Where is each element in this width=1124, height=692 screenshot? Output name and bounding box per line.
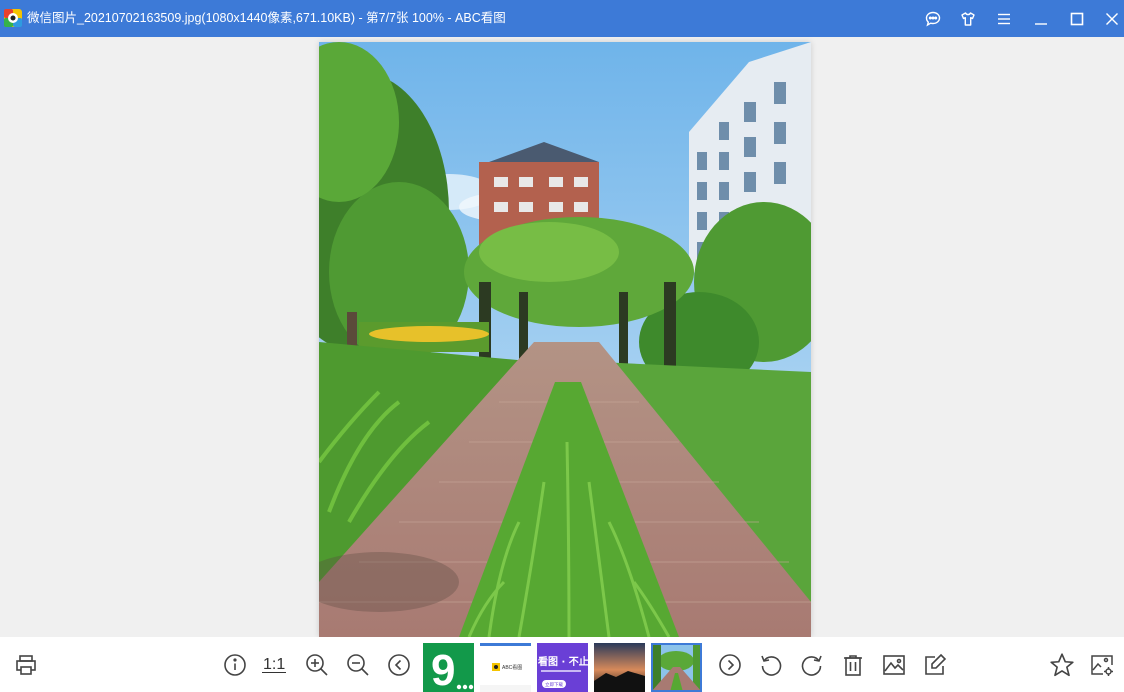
- window-title: 微信图片_20210702163509.jpg(1080x1440像素,671.…: [27, 11, 506, 25]
- rotate-right-button[interactable]: [798, 651, 826, 679]
- annotate-button[interactable]: [921, 651, 949, 679]
- thumbnail-3[interactable]: 看图 · 不止 立即下载: [537, 643, 588, 692]
- edit-image-button[interactable]: [880, 651, 908, 679]
- minimize-icon: [1035, 23, 1047, 25]
- prev-icon: [388, 654, 410, 676]
- thumbnail-2-text: ABC看图: [502, 664, 522, 671]
- image-settings-button[interactable]: [1088, 651, 1116, 679]
- garden-path-photo: [319, 42, 811, 637]
- thumbnail-4[interactable]: [594, 643, 645, 692]
- chat-icon: [925, 11, 941, 27]
- favorite-icon: [1050, 653, 1074, 677]
- thumbnail-5-current[interactable]: [651, 643, 702, 692]
- image-viewer[interactable]: [0, 37, 1124, 637]
- menu-icon: [998, 13, 1010, 25]
- delete-button[interactable]: [839, 651, 867, 679]
- next-icon: [719, 654, 741, 676]
- bottom-toolbar: 1:1 9 ABC看图 看图 · 不止 立即下载: [0, 637, 1124, 692]
- displayed-photo[interactable]: [319, 42, 811, 637]
- main-menu-button[interactable]: [991, 6, 1017, 32]
- actual-size-button[interactable]: 1:1: [262, 657, 287, 673]
- rotate-left-button[interactable]: [757, 651, 785, 679]
- rotate-right-icon: [801, 655, 822, 676]
- next-image-button[interactable]: [716, 651, 744, 679]
- edit-image-icon: [883, 655, 905, 675]
- rotate-left-icon: [761, 655, 782, 676]
- minimize-button[interactable]: [1028, 6, 1054, 32]
- thumbnail-3-title: 看图 · 不止: [538, 655, 588, 668]
- zoom-out-icon: [347, 654, 369, 676]
- app-logo-icon: [4, 9, 22, 27]
- close-icon: [1106, 13, 1118, 25]
- thumbnail-1[interactable]: 9: [423, 643, 474, 692]
- skin-button[interactable]: [955, 6, 981, 32]
- delete-icon: [844, 655, 862, 676]
- print-icon: [16, 655, 36, 675]
- previous-image-button[interactable]: [385, 651, 413, 679]
- maximize-button[interactable]: [1064, 6, 1090, 32]
- close-button[interactable]: [1099, 6, 1124, 32]
- thumbnail-3-button: 立即下载: [545, 681, 563, 688]
- favorite-button[interactable]: [1048, 651, 1076, 679]
- zoom-out-button[interactable]: [344, 651, 372, 679]
- info-icon: [224, 654, 246, 676]
- feedback-button[interactable]: [920, 6, 946, 32]
- annotate-icon: [925, 653, 947, 675]
- skin-icon: [961, 12, 975, 26]
- settings-icon: [1091, 655, 1113, 676]
- title-bar: 微信图片_20210702163509.jpg(1080x1440像素,671.…: [0, 0, 1124, 37]
- print-button[interactable]: [12, 651, 40, 679]
- zoom-in-icon: [306, 654, 328, 676]
- thumbnail-1-text: 9: [431, 646, 455, 692]
- info-button[interactable]: [221, 651, 249, 679]
- thumbnail-2[interactable]: ABC看图: [480, 643, 531, 692]
- zoom-in-button[interactable]: [303, 651, 331, 679]
- maximize-icon: [1070, 12, 1084, 26]
